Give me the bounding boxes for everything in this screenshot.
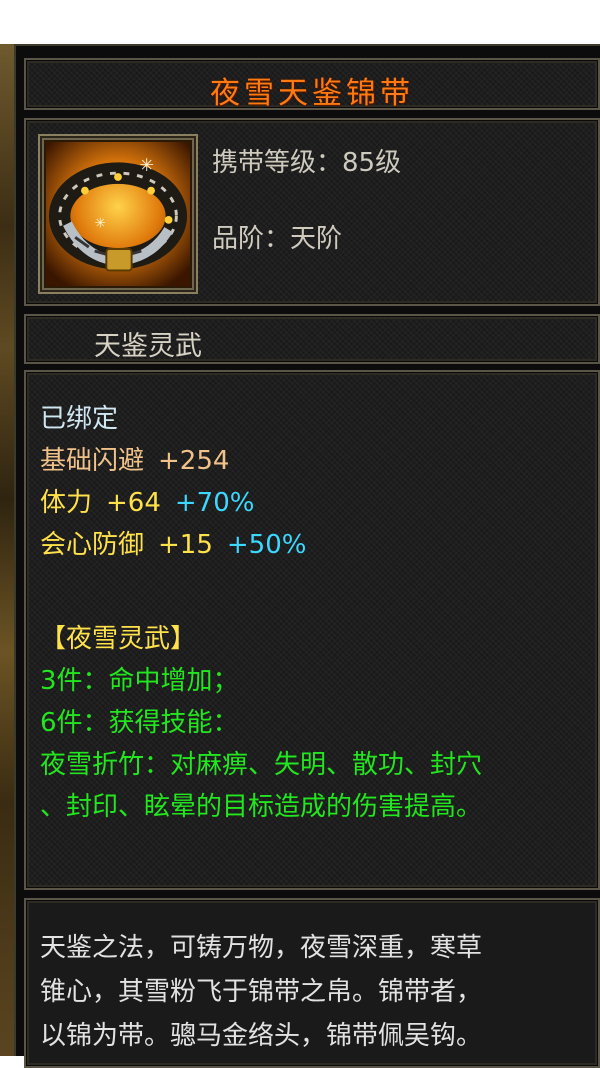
stat-value: +64 <box>106 488 161 518</box>
background-scenery <box>0 44 14 1056</box>
stat-label: 会心防御 <box>40 530 145 560</box>
stat-percent: +70% <box>174 488 255 518</box>
item-description: 天鉴之法，可铸万物，夜雪深重，寒草 锥心，其雪粉飞于锦带之帛。锦带者， 以锦为带… <box>40 933 483 1051</box>
stat-label: 基础闪避 <box>40 446 145 476</box>
set-bonus-6: 6件：获得技能： <box>40 708 239 738</box>
title-panel: 夜雪天鉴锦带 <box>24 58 600 111</box>
stat-dodge: 基础闪避 +254 <box>40 440 229 477</box>
attributes-panel: 已绑定 基础闪避 +254 体力 +64 +70% 会心防御 +15 +50% 【夜雪灵武… <box>24 370 600 890</box>
set-bonus-3: 3件：命中增加； <box>40 666 239 696</box>
bound-status: 已绑定 <box>40 404 119 434</box>
item-name: 夜雪天鉴锦带 <box>210 76 414 111</box>
level-requirement: 携带等级：85级 <box>212 148 402 178</box>
stat-crit-defense: 会心防御 +15 +50% <box>40 524 306 561</box>
stat-stamina: 体力 +64 +70% <box>40 482 254 519</box>
belt-item-icon: ✳ ✳ <box>46 142 190 286</box>
stat-percent: +50% <box>226 530 307 560</box>
stat-label: 体力 <box>40 488 93 518</box>
info-panel: ✳ ✳ 携带等级：85级 品阶：天阶 <box>24 118 600 306</box>
svg-text:✳: ✳ <box>95 216 106 232</box>
set-name: 【夜雪灵武】 <box>40 624 197 654</box>
stat-value: +15 <box>158 530 213 560</box>
description-panel: 天鉴之法，可铸万物，夜雪深重，寒草 锥心，其雪粉飞于锦带之帛。锦带者， 以锦为带… <box>24 898 600 1068</box>
set-skill-line-2: 、封印、眩晕的目标造成的伤害提高。 <box>40 792 483 822</box>
set-skill-line-1: 夜雪折竹：对麻痹、失明、散功、封穴 <box>40 750 483 780</box>
stat-value: +254 <box>158 446 230 476</box>
item-grade: 品阶：天阶 <box>212 224 343 254</box>
item-icon-frame: ✳ ✳ <box>38 134 198 294</box>
series-name: 天鉴灵武 <box>94 331 202 362</box>
series-panel: 天鉴灵武 <box>24 314 600 364</box>
item-tooltip: 夜雪天鉴锦带 ✳ ✳ 携带等级：85级 品阶：天阶 天鉴灵武 已绑定 基础闪避 … <box>14 44 600 1068</box>
svg-text:✳: ✳ <box>139 156 154 176</box>
